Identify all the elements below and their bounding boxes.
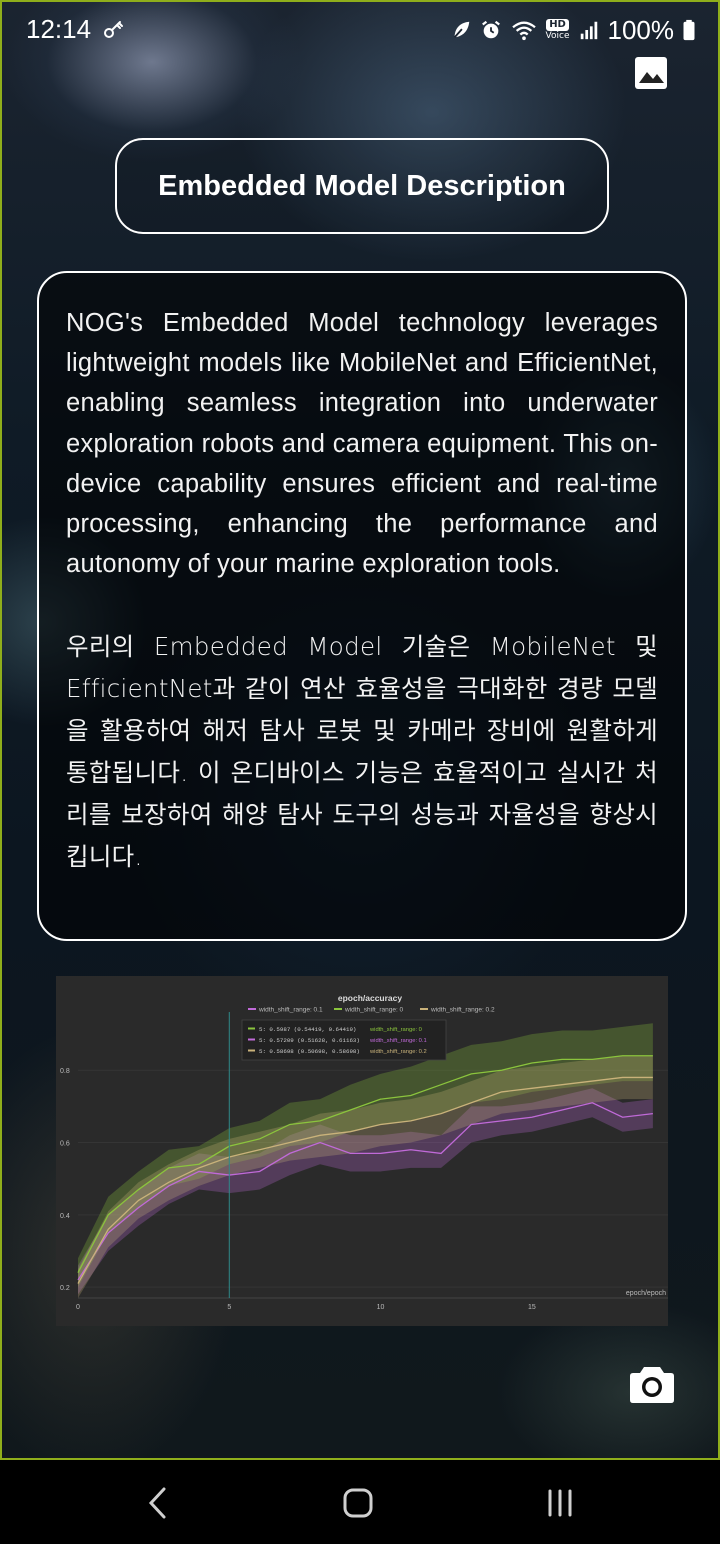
chart-bands bbox=[78, 1023, 653, 1298]
y-tick-label: 0.4 bbox=[60, 1213, 70, 1220]
camera-button[interactable] bbox=[610, 1342, 694, 1426]
tooltip-series: width_shift_range: 0.2 bbox=[369, 1049, 427, 1055]
x-tick-label: 5 bbox=[227, 1304, 231, 1311]
home-icon bbox=[343, 1488, 373, 1518]
back-icon bbox=[148, 1487, 166, 1519]
gallery-icon[interactable] bbox=[634, 56, 668, 90]
tooltip-row: 5: 0.5987 (0.54419, 0.64419) bbox=[259, 1026, 356, 1033]
chart-x-axis-label: epoch/epoch bbox=[626, 1290, 666, 1297]
hd-voice-icon: HD Voice bbox=[546, 19, 570, 41]
chart-svg: epoch/accuracy width_shift_range: 0.1 wid… bbox=[60, 993, 668, 1311]
wifi-icon bbox=[511, 21, 536, 41]
legend-label: width_shift_range: 0 bbox=[344, 1007, 404, 1014]
key-icon bbox=[104, 21, 123, 38]
recents-icon bbox=[548, 1489, 572, 1517]
chart-legend: width_shift_range: 0.1 width_shift_range:… bbox=[248, 1007, 495, 1014]
x-tick-label: 10 bbox=[377, 1304, 385, 1311]
battery-percentage: 100% bbox=[607, 14, 675, 45]
hd-label: HD bbox=[546, 19, 569, 31]
status-bar: 12:14 HD Voice 100% bbox=[2, 2, 718, 58]
app-screen: 12:14 HD Voice 100% Embedded Model Descr… bbox=[0, 0, 720, 1460]
status-time: 12:14 bbox=[26, 14, 92, 44]
recents-button[interactable] bbox=[535, 1478, 585, 1528]
y-tick-label: 0.6 bbox=[60, 1141, 70, 1148]
chart-tooltip: 5: 0.5987 (0.54419, 0.64419) width_shift_… bbox=[241, 1019, 447, 1061]
legend-label: width_shift_range: 0.1 bbox=[258, 1007, 323, 1014]
description-english: NOG's Embedded Model technology leverage… bbox=[66, 309, 658, 579]
tooltip-series: width_shift_range: 0.1 bbox=[369, 1038, 427, 1044]
voice-label: Voice bbox=[545, 31, 570, 41]
camera-icon bbox=[630, 1367, 674, 1403]
y-tick-label: 0.8 bbox=[60, 1068, 70, 1075]
legend-label: width_shift_range: 0.2 bbox=[430, 1007, 495, 1014]
chart-y-ticks: 0.2 0.4 0.6 0.8 bbox=[60, 1068, 70, 1292]
battery-icon bbox=[683, 19, 695, 41]
page-title: Embedded Model Description bbox=[158, 169, 566, 202]
description-korean: 우리의 Embedded Model 기술은 MobileNet 및 Effic… bbox=[66, 632, 658, 872]
tooltip-series: width_shift_range: 0 bbox=[369, 1027, 422, 1033]
chart-x-ticks: 0 5 10 15 bbox=[76, 1304, 536, 1311]
tooltip-row: 5: 0.57209 (0.51628, 0.61163) bbox=[259, 1037, 360, 1044]
alarm-icon bbox=[481, 20, 500, 39]
title-box: Embedded Model Description bbox=[115, 138, 609, 234]
tooltip-row: 5: 0.58698 (0.50698, 0.58698) bbox=[259, 1048, 360, 1055]
status-icons: HD Voice 100% bbox=[450, 14, 696, 46]
accuracy-chart: epoch/accuracy width_shift_range: 0.1 wid… bbox=[56, 976, 668, 1326]
x-tick-label: 15 bbox=[528, 1304, 536, 1311]
chart-title: epoch/accuracy bbox=[338, 993, 403, 1003]
description-card: NOG's Embedded Model technology leverage… bbox=[37, 271, 687, 941]
back-button[interactable] bbox=[133, 1478, 183, 1528]
home-button[interactable] bbox=[333, 1478, 383, 1528]
signal-icon bbox=[580, 21, 597, 40]
x-tick-label: 0 bbox=[76, 1304, 80, 1311]
navigation-bar bbox=[0, 1460, 720, 1544]
y-tick-label: 0.2 bbox=[60, 1285, 70, 1292]
leaf-icon bbox=[453, 21, 469, 38]
